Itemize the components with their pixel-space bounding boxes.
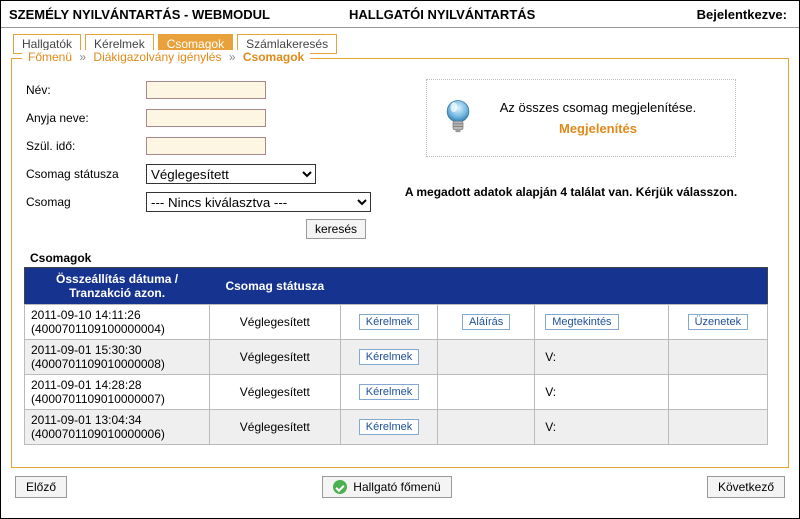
mother-label: Anyja neve: (26, 111, 146, 125)
messages-link[interactable]: Üzenetek (688, 314, 748, 330)
mother-input[interactable] (146, 109, 266, 127)
search-form: Név: Anyja neve: Szül. idő: Csomag státu… (26, 79, 386, 239)
breadcrumb-current: Csomagok (243, 50, 304, 64)
table-row: 2011-09-01 14:28:28(4000701109010000007)… (25, 375, 768, 410)
app-title-mid: HALLGATÓI NYILVÁNTARTÁS (309, 7, 607, 22)
requests-link[interactable]: Kérelmek (359, 314, 419, 330)
lightbulb-icon (441, 98, 475, 138)
app-title-left: SZEMÉLY NYILVÁNTARTÁS - WEBMODUL (1, 7, 309, 22)
package-select[interactable]: --- Nincs kiválasztva --- (146, 192, 371, 212)
main-menu-button[interactable]: Hallgató főmenü (322, 476, 451, 498)
cell-date: 2011-09-01 15:30:30(4000701109010000008) (25, 340, 210, 375)
search-button[interactable]: keresés (306, 219, 366, 239)
requests-link[interactable]: Kérelmek (359, 349, 419, 365)
requests-link[interactable]: Kérelmek (359, 419, 419, 435)
table-title: Csomagok (30, 251, 776, 265)
info-box: Az összes csomag megjelenítése. Megjelen… (426, 79, 736, 157)
cell-status: Véglegesített (209, 375, 340, 410)
sign-link[interactable]: Aláírás (462, 314, 510, 330)
view-text: V: (545, 350, 556, 364)
cell-date: 2011-09-10 14:11:26(4000701109100000004) (25, 305, 210, 340)
breadcrumb-main[interactable]: Főmenü (28, 50, 72, 64)
cell-date: 2011-09-01 14:28:28(4000701109010000007) (25, 375, 210, 410)
birth-label: Szül. idő: (26, 139, 146, 153)
bottom-bar: Előző Hallgató főmenü Következő (1, 468, 799, 498)
cell-status: Véglegesített (209, 410, 340, 445)
view-link[interactable]: Megtekintés (545, 314, 618, 330)
breadcrumb-card[interactable]: Diákigazolvány igénylés (93, 50, 221, 64)
name-label: Név: (26, 83, 146, 97)
status-select[interactable]: Véglegesített (146, 164, 316, 184)
cell-status: Véglegesített (209, 340, 340, 375)
main-menu-label: Hallgató főmenü (353, 480, 440, 494)
cell-status: Véglegesített (209, 305, 340, 340)
main-panel: Főmenü » Diákigazolvány igénylés » Csoma… (11, 58, 789, 468)
th-date-id: Összeállítás dátuma / Tranzakció azon. (25, 268, 210, 305)
name-input[interactable] (146, 81, 266, 99)
info-side: Az összes csomag megjelenítése. Megjelen… (386, 79, 756, 239)
packages-table: Összeállítás dátuma / Tranzakció azon. C… (24, 267, 768, 445)
view-text: V: (545, 420, 556, 434)
table-row: 2011-09-01 15:30:30(4000701109010000008)… (25, 340, 768, 375)
requests-link[interactable]: Kérelmek (359, 384, 419, 400)
package-label: Csomag (26, 195, 146, 209)
info-text: Az összes csomag megjelenítése. (475, 100, 721, 115)
prev-button[interactable]: Előző (15, 476, 67, 498)
login-status: Bejelentkezve: (607, 7, 799, 22)
breadcrumb: Főmenü » Diákigazolvány igénylés » Csoma… (22, 50, 310, 64)
top-bar: SZEMÉLY NYILVÁNTARTÁS - WEBMODUL HALLGAT… (1, 1, 799, 28)
table-row: 2011-09-10 14:11:26(4000701109100000004)… (25, 305, 768, 340)
birth-input[interactable] (146, 137, 266, 155)
next-button[interactable]: Következő (707, 476, 785, 498)
table-row: 2011-09-01 13:04:34(4000701109010000006)… (25, 410, 768, 445)
status-label: Csomag státusza (26, 167, 146, 181)
check-icon (333, 480, 347, 494)
hits-text: A megadott adatok alapján 4 találat van.… (386, 185, 756, 199)
show-all-link[interactable]: Megjelenítés (559, 121, 637, 136)
view-text: V: (545, 385, 556, 399)
cell-date: 2011-09-01 13:04:34(4000701109010000006) (25, 410, 210, 445)
th-status: Csomag státusza (209, 268, 340, 305)
